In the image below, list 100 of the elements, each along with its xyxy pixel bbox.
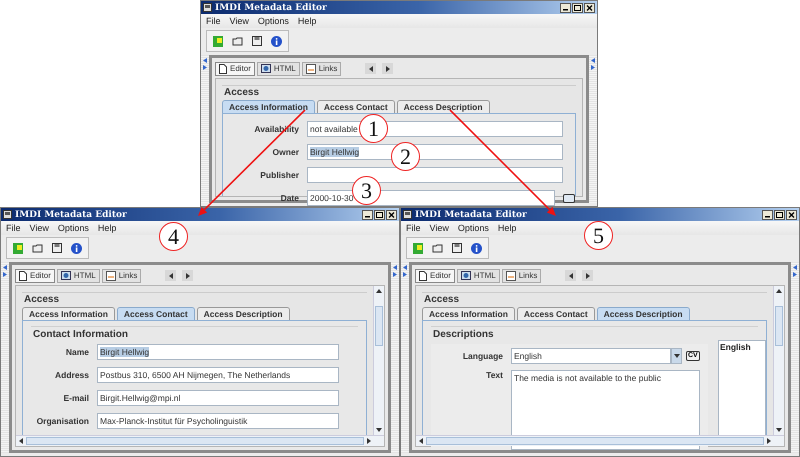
view-tab[interactable]: Links (502, 268, 542, 282)
section-title: Access (224, 87, 260, 98)
menu-item[interactable]: File (406, 223, 421, 233)
left-triangle-icon (17, 437, 25, 445)
close-icon (586, 4, 593, 10)
back-button[interactable] (565, 270, 576, 281)
app-icon (203, 3, 212, 12)
new-document-icon[interactable] (213, 36, 223, 46)
input-field[interactable]: Max-Planck-Institut für Psycholinguistik (97, 413, 339, 429)
menu-item[interactable]: View (30, 223, 49, 233)
folder-icon[interactable] (232, 36, 243, 46)
view-tab[interactable]: HTML (256, 62, 300, 76)
new-document-icon[interactable] (13, 242, 23, 254)
left-triangle-icon (566, 272, 575, 280)
minimize-button[interactable] (560, 2, 571, 12)
vertical-scrollbar[interactable] (773, 286, 784, 435)
field-label: Owner (272, 147, 299, 157)
calendar-button[interactable] (563, 194, 575, 202)
forward-button[interactable] (582, 270, 594, 281)
back-button[interactable] (165, 270, 176, 281)
tab[interactable]: Access Description (396, 100, 490, 113)
tab[interactable]: Access Description (196, 307, 290, 320)
scroll-thumb[interactable] (775, 306, 783, 346)
monitor-icon (60, 270, 71, 280)
forward-button[interactable] (182, 270, 194, 281)
tab[interactable]: Access Contact (516, 307, 595, 320)
scroll-thumb[interactable] (426, 437, 764, 445)
folder-icon[interactable] (432, 244, 443, 252)
tab[interactable]: Access Contact (116, 307, 195, 320)
vertical-scrollbar[interactable] (373, 286, 384, 435)
close-button[interactable] (584, 2, 595, 12)
view-tab[interactable]: HTML (456, 268, 500, 282)
close-icon (788, 212, 795, 218)
close-button[interactable] (386, 210, 397, 220)
menu-item[interactable]: Help (98, 223, 116, 233)
view-tab[interactable]: Links (102, 268, 142, 282)
split-arrows-icon[interactable] (203, 58, 207, 70)
info-icon[interactable] (471, 242, 482, 254)
view-tab[interactable]: HTML (56, 268, 100, 282)
left-triangle-icon (166, 272, 175, 280)
dropdown-button[interactable] (671, 348, 682, 364)
back-button[interactable] (365, 63, 376, 74)
horizontal-scrollbar[interactable] (416, 435, 784, 446)
section-title: Access (24, 294, 60, 305)
field-label: Organisation (36, 416, 89, 426)
scroll-thumb[interactable] (375, 306, 383, 346)
view-tab[interactable]: Editor (215, 62, 255, 76)
page-icon (19, 270, 27, 280)
group-heading: Contact Information (33, 329, 129, 340)
menu-item[interactable]: Options (58, 223, 89, 233)
menu-item[interactable]: Help (298, 16, 316, 26)
right-triangle-icon (365, 437, 373, 445)
menu-item[interactable]: File (6, 223, 21, 233)
folder-icon[interactable] (32, 244, 43, 252)
view-tab[interactable]: Editor (415, 268, 455, 282)
tab[interactable]: Access Information (422, 307, 515, 320)
maximize-button[interactable] (774, 210, 785, 220)
monitor-icon (460, 270, 471, 280)
split-arrows-icon[interactable] (393, 265, 397, 277)
menu-item[interactable]: Options (458, 223, 489, 233)
split-arrows-icon[interactable] (3, 265, 7, 277)
section-title: Access (424, 294, 460, 305)
window-title: IMDI Metadata Editor (15, 210, 128, 220)
forward-button[interactable] (382, 63, 394, 74)
split-arrows-icon[interactable] (403, 265, 407, 277)
tab[interactable]: Access Information (22, 307, 115, 320)
new-document-icon[interactable] (413, 242, 423, 254)
split-arrows-icon[interactable] (591, 58, 595, 70)
menu-item[interactable]: Options (258, 16, 289, 26)
down-triangle-icon (775, 426, 783, 434)
minimize-button[interactable] (762, 210, 773, 220)
menu-item[interactable]: Help (498, 223, 516, 233)
maximize-button[interactable] (374, 210, 385, 220)
tab[interactable]: Access Information (222, 100, 315, 113)
view-tab[interactable]: Editor (15, 268, 55, 282)
menu-item[interactable]: File (206, 16, 221, 26)
save-icon[interactable] (52, 243, 62, 253)
close-button[interactable] (786, 210, 797, 220)
info-icon[interactable] (271, 36, 282, 46)
language-list-item[interactable]: English (719, 341, 765, 353)
horizontal-scrollbar[interactable] (16, 435, 384, 446)
info-icon[interactable] (71, 242, 82, 254)
input-field[interactable]: Postbus 310, 6500 AH Nijmegen, The Netherlands (97, 367, 339, 383)
view-tab[interactable]: Links (302, 62, 342, 76)
tab[interactable]: Access Description (596, 307, 690, 320)
split-arrows-icon[interactable] (793, 265, 797, 277)
tab[interactable]: Access Contact (316, 100, 395, 113)
save-icon[interactable] (452, 243, 462, 253)
maximize-button[interactable] (572, 2, 583, 12)
input-field[interactable]: Birgit.Hellwig@mpi.nl (97, 390, 339, 406)
input-field[interactable] (307, 167, 563, 183)
input-field[interactable]: Birgit Hellwig (97, 344, 339, 360)
window-title: IMDI Metadata Editor (215, 2, 328, 12)
field-value: Birgit Hellwig (310, 147, 360, 157)
language-dropdown[interactable]: English (511, 348, 671, 364)
scroll-thumb[interactable] (26, 437, 364, 445)
save-icon[interactable] (252, 36, 262, 46)
minimize-button[interactable] (362, 210, 373, 220)
menu-item[interactable]: View (230, 16, 249, 26)
menu-item[interactable]: View (430, 223, 449, 233)
